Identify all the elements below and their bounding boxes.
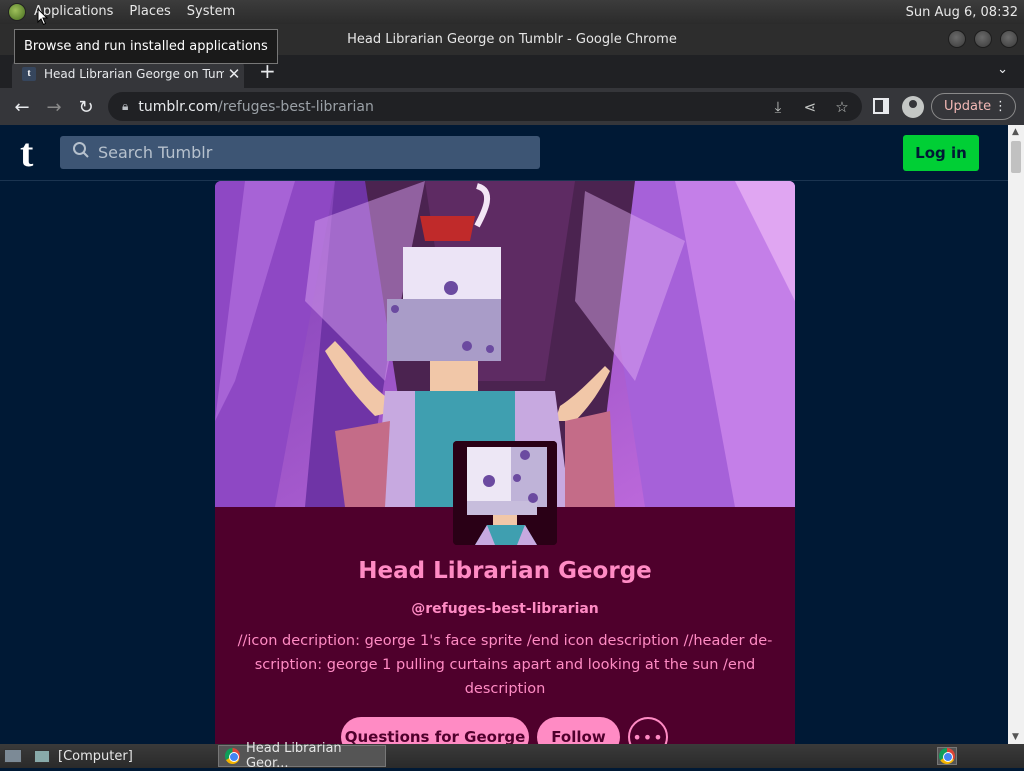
url-path: /refuges-best-librarian xyxy=(218,98,374,115)
taskbar-item-chrome[interactable]: Head Librarian Geor... xyxy=(218,741,386,771)
scrollbar-thumb[interactable] xyxy=(1011,141,1021,173)
back-icon[interactable]: ← xyxy=(6,91,38,123)
search-icon xyxy=(72,141,90,164)
chrome-menu-icon[interactable]: ⋮ xyxy=(994,99,1007,114)
show-desktop-icon[interactable] xyxy=(4,749,22,763)
panel-clock[interactable]: Sun Aug 6, 08:32 xyxy=(906,5,1024,20)
close-window-button[interactable] xyxy=(1000,30,1018,48)
reload-icon[interactable]: ↻ xyxy=(70,91,102,123)
window-title: Head Librarian George on Tumblr - Google… xyxy=(347,32,677,47)
places-menu[interactable]: Places xyxy=(121,0,178,24)
tumblr-page: t Search Tumblr Log in Head Librarian Ge… xyxy=(0,125,1008,744)
blog-avatar[interactable] xyxy=(453,441,557,545)
lock-icon[interactable]: 🔒︎ xyxy=(122,99,128,114)
share-icon[interactable]: ⋖ xyxy=(796,98,824,116)
applications-tooltip: Browse and run installed applications xyxy=(14,29,278,64)
login-button[interactable]: Log in xyxy=(903,135,979,171)
address-bar[interactable]: 🔒︎ tumblr.com/refuges-best-librarian ⤓ ⋖… xyxy=(108,92,862,121)
search-placeholder: Search Tumblr xyxy=(98,143,213,162)
scroll-down-icon[interactable]: ▼ xyxy=(1012,732,1019,742)
blog-title: Head Librarian George xyxy=(358,558,652,584)
scroll-up-icon[interactable]: ▲ xyxy=(1012,127,1019,137)
tab-close-icon[interactable]: ✕ xyxy=(224,65,244,83)
browser-toolbar: ← → ↻ 🔒︎ tumblr.com/refuges-best-librari… xyxy=(0,88,1024,125)
questions-button[interactable]: Questions for George xyxy=(341,717,529,744)
tab-search-chevron-icon[interactable]: ⌄ xyxy=(997,62,1008,77)
tumblr-header: t Search Tumblr Log in xyxy=(0,125,1008,181)
minimize-button[interactable] xyxy=(948,30,966,48)
update-label: Update xyxy=(944,99,992,114)
follow-button[interactable]: Follow xyxy=(537,717,620,744)
taskbar-item-label: [Computer] xyxy=(58,748,133,764)
top-panel: Applications Places System Sun Aug 6, 08… xyxy=(0,0,1024,24)
tray-chrome-icon[interactable] xyxy=(937,747,957,765)
update-button[interactable]: Update ⋮ xyxy=(931,93,1016,120)
bottom-taskbar: [Computer] Head Librarian Geor... xyxy=(0,741,1024,771)
tumblr-logo-icon[interactable]: t xyxy=(20,133,33,173)
blog-card: Head Librarian George @refuges-best-libr… xyxy=(215,181,795,744)
chrome-icon xyxy=(939,748,955,764)
more-options-icon[interactable]: ••• xyxy=(628,717,668,744)
bookmark-star-icon[interactable]: ☆ xyxy=(828,98,856,116)
tab-title: Head Librarian George on Tumblr xyxy=(44,66,224,81)
blog-handle[interactable]: @refuges-best-librarian xyxy=(215,601,795,617)
applications-icon[interactable] xyxy=(8,3,26,21)
computer-icon xyxy=(34,749,50,763)
forward-icon[interactable]: → xyxy=(38,91,70,123)
taskbar-item-computer[interactable]: [Computer] xyxy=(28,745,218,767)
search-input[interactable]: Search Tumblr xyxy=(60,136,540,169)
page-scrollbar[interactable]: ▲ ▼ xyxy=(1008,125,1024,744)
tumblr-favicon-icon: t xyxy=(22,66,36,81)
install-app-icon[interactable]: ⤓ xyxy=(764,98,792,116)
side-panel-icon[interactable] xyxy=(873,98,889,114)
system-menu[interactable]: System xyxy=(179,0,243,24)
blog-description: //icon decription: george 1's face sprit… xyxy=(237,633,773,697)
chrome-icon xyxy=(225,748,240,764)
maximize-button[interactable] xyxy=(974,30,992,48)
taskbar-item-label: Head Librarian Geor... xyxy=(245,741,342,771)
profile-avatar-icon[interactable] xyxy=(902,96,924,118)
url-host: tumblr.com xyxy=(138,98,218,115)
